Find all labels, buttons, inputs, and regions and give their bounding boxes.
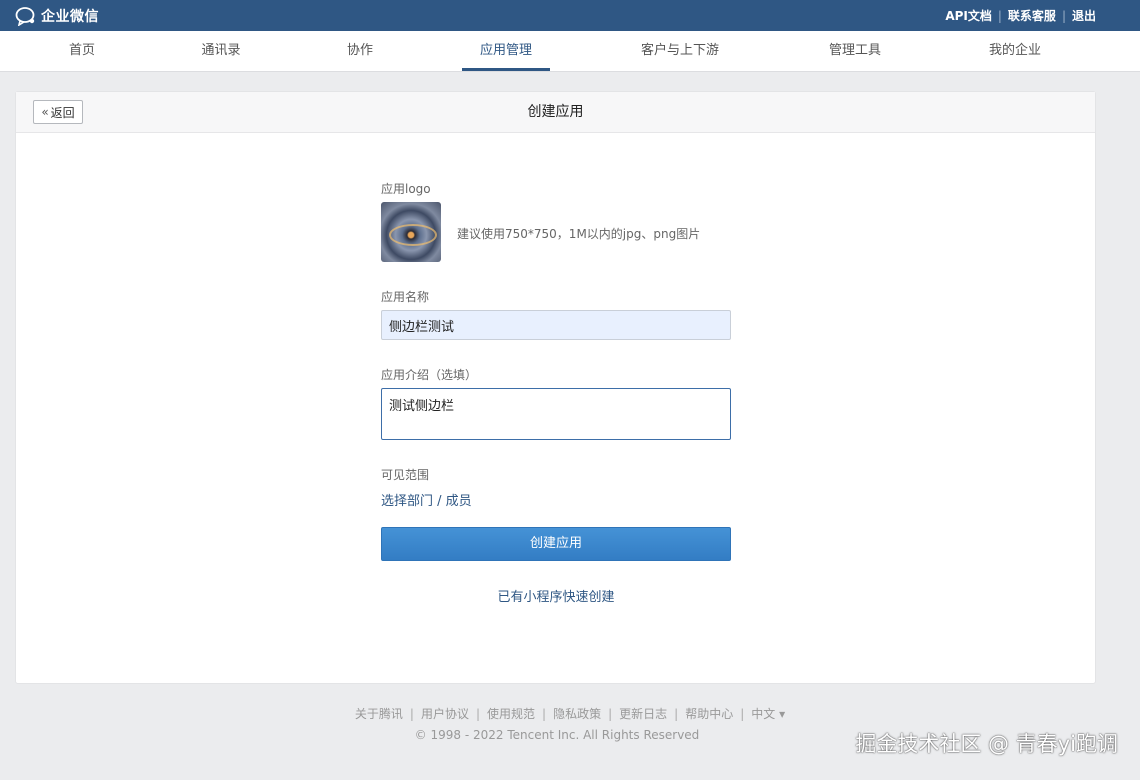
create-app-card: « 返回 创建应用 应用logo 建议使用750*750，1M以内的jpg、pn… [15, 91, 1096, 684]
divider: | [674, 707, 679, 721]
footer-link-privacy[interactable]: 隐私政策 [553, 707, 601, 721]
brand[interactable]: 企业微信 [15, 5, 99, 27]
name-label: 应用名称 [381, 290, 430, 304]
divider: | [1061, 8, 1066, 23]
app-name-input[interactable] [381, 310, 731, 340]
nav-item-contacts[interactable]: 通讯录 [193, 31, 249, 71]
divider: | [475, 707, 481, 721]
watermark: 掘金技术社区 @ 青春yi跑调 [855, 732, 1118, 756]
footer-link-user-agreement[interactable]: 用户协议 [421, 707, 469, 721]
top-bar: 企业微信 API文档 | 联系客服 | 退出 [0, 0, 1140, 31]
footer-links: 关于腾讯 | 用户协议 | 使用规范 | 隐私政策 | 更新日志 | 帮助中心 | 中文 ▾ [0, 705, 1140, 722]
main-nav: 首页 通讯录 协作 应用管理 客户与上下游 管理工具 我的企业 [0, 31, 1140, 72]
divider: | [740, 707, 745, 721]
nav-item-collaboration[interactable]: 协作 [340, 31, 380, 71]
brand-name: 企业微信 [41, 8, 99, 25]
divider: | [542, 707, 547, 721]
nav-item-my-enterprise[interactable]: 我的企业 [980, 31, 1050, 71]
contact-support-link[interactable]: 联系客服 [1008, 7, 1056, 24]
page-title: 创建应用 [527, 104, 584, 120]
app-logo-image[interactable] [381, 202, 441, 262]
top-links: API文档 | 联系客服 | 退出 [945, 0, 1096, 31]
app-description-input[interactable]: 测试侧边栏 [381, 388, 731, 440]
card-header: « 返回 创建应用 [16, 92, 1095, 133]
api-docs-link[interactable]: API文档 [945, 7, 992, 24]
logo-label: 应用logo [381, 182, 431, 196]
nav-item-tools[interactable]: 管理工具 [820, 31, 890, 71]
logo-hint: 建议使用750*750，1M以内的jpg、png图片 [457, 227, 701, 241]
footer-link-help[interactable]: 帮助中心 [685, 707, 733, 721]
select-members-link[interactable]: 选择部门 / 成员 [381, 490, 472, 509]
divider: | [409, 707, 414, 721]
logout-link[interactable]: 退出 [1072, 7, 1096, 24]
nav-item-customers[interactable]: 客户与上下游 [630, 31, 730, 71]
footer-link-usage-rules[interactable]: 使用规范 [487, 707, 535, 721]
mini-program-create-link[interactable]: 已有小程序快速创建 [381, 586, 731, 605]
footer-link-about[interactable]: 关于腾讯 [355, 707, 403, 721]
visible-range-label: 可见范围 [381, 468, 430, 482]
wecom-logo-icon [15, 6, 37, 27]
create-app-button[interactable]: 创建应用 [381, 527, 731, 561]
divider: | [608, 707, 613, 721]
footer-link-changelog[interactable]: 更新日志 [619, 707, 667, 721]
desc-label: 应用介绍（选填） [381, 368, 478, 382]
nav-item-home[interactable]: 首页 [62, 31, 102, 71]
divider: | [997, 8, 1002, 23]
language-select[interactable]: 中文 ▾ [751, 707, 785, 721]
nav-item-app-management[interactable]: 应用管理 [462, 31, 550, 71]
